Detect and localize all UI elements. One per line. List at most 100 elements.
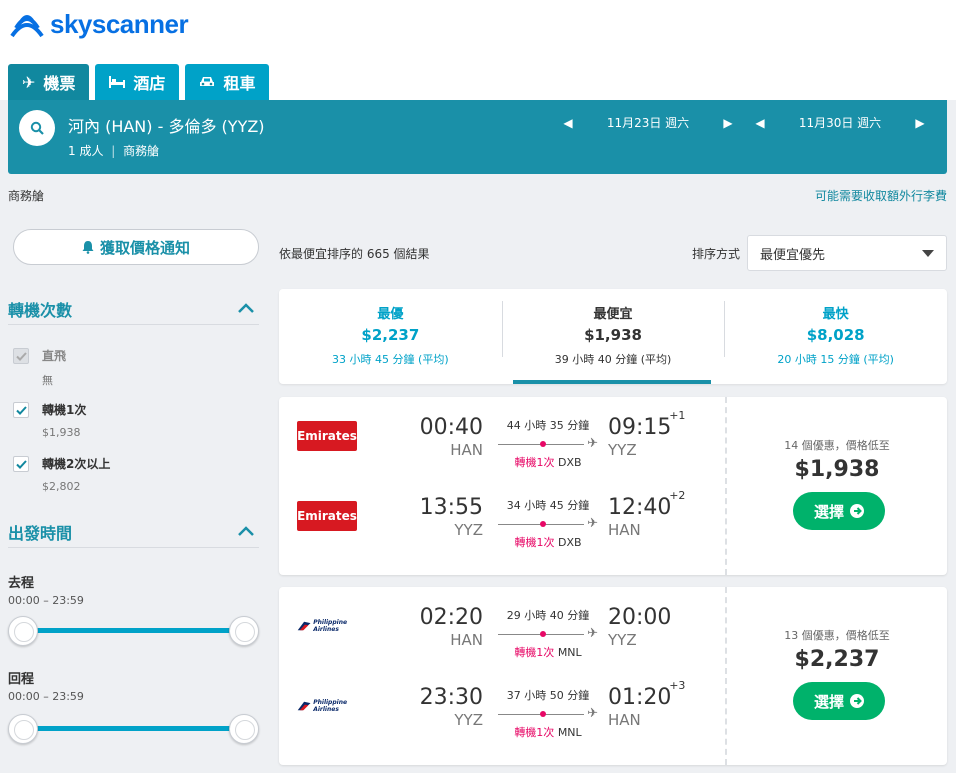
stop-count: 轉機1次 (514, 536, 555, 549)
stops-info: 轉機1次 DXB (498, 534, 598, 550)
arrival-time: 09:15 (608, 415, 672, 440)
leg-info: 29 小時 40 分鐘 ✈ 轉機1次 MNL (498, 607, 598, 660)
return-time-label: 回程 (8, 672, 35, 687)
stops-filter-header[interactable]: 轉機次數 (8, 293, 259, 325)
philippine-airlines-logo: Philippine Airlines (297, 611, 357, 641)
departure-time: 02:20 (419, 605, 483, 630)
tab-hotels[interactable]: 酒店 (95, 64, 180, 100)
search-button[interactable] (19, 110, 55, 146)
outbound-date[interactable]: 11月23日 週六 (573, 114, 723, 131)
return-slider-start-handle[interactable] (8, 714, 38, 744)
select-label: 選擇 (813, 502, 844, 521)
summary-title: 最便宜 (593, 307, 633, 322)
stop-price: $1,938 (42, 426, 81, 439)
tab-label: 酒店 (133, 74, 166, 93)
plane-icon: ✈ (587, 626, 598, 641)
results-count: 依最便宜排序的 665 個結果 (279, 247, 430, 261)
checkbox-direct (13, 348, 29, 364)
departure: 00:40 HAN (399, 415, 483, 459)
skyscanner-logo[interactable]: skyscanner (8, 8, 189, 40)
departure-time: 23:30 (419, 685, 483, 710)
day-offset: +2 (669, 489, 686, 502)
sort-summary-tabs: 最優 $2,237 33 小時 45 分鐘 (平均) 最便宜 $1,938 39… (279, 289, 947, 384)
sub-bar: 商務艙 可能需要收取額外行李費 (8, 187, 947, 204)
select-button[interactable]: 選擇 (793, 682, 885, 720)
arrival-airport: YYZ (608, 441, 637, 459)
summary-price: $8,028 (806, 326, 865, 344)
passenger-cabin[interactable]: 1 成人 | 商務艙 (68, 142, 159, 159)
cabin-note: 商務艙 (8, 189, 45, 203)
car-icon (200, 77, 215, 86)
arrival: 01:20 +3 HAN (608, 679, 708, 729)
plane-icon: ✈ (587, 706, 598, 721)
airline-logo: Philippine Airlines (297, 691, 357, 721)
return-slider-end-handle[interactable] (229, 714, 259, 744)
price: $2,237 (794, 647, 880, 672)
active-tab-indicator (513, 380, 711, 384)
stop-option-direct: 直飛 無 (13, 347, 66, 388)
checkmark-icon (15, 351, 27, 361)
sort-dropdown[interactable]: 最便宜優先 (747, 235, 947, 271)
arrival-time: 12:40 (608, 495, 672, 520)
airline-name: Philippine Airlines (313, 699, 348, 713)
outbound-slider-end-handle[interactable] (229, 616, 259, 646)
day-offset: +1 (669, 409, 686, 422)
result-card[interactable]: Philippine Airlines 02:20 HAN 29 小時 40 分… (279, 587, 947, 765)
sort-value: 最便宜優先 (760, 247, 826, 263)
chevron-up-icon[interactable] (237, 526, 255, 537)
outbound-leg: Emirates 00:40 HAN 44 小時 35 分鐘 ✈ 轉機1次 DX… (279, 397, 725, 477)
stop-airport: MNL (557, 646, 582, 659)
return-date[interactable]: 11月30日 週六 (765, 114, 915, 131)
price-alert-button[interactable]: 獲取價格通知 (13, 229, 259, 265)
departure-airport: YYZ (454, 711, 483, 729)
skyscanner-logo-icon (10, 15, 44, 38)
return-date-picker: ◀ 11月30日 週六 ▶ (755, 114, 925, 131)
sort-label: 排序方式 (692, 247, 741, 261)
result-card[interactable]: Emirates 00:40 HAN 44 小時 35 分鐘 ✈ 轉機1次 DX… (279, 397, 947, 575)
caret-down-icon (922, 249, 934, 257)
route-line: ✈ (498, 706, 598, 721)
prev-date-icon[interactable]: ◀ (563, 116, 573, 130)
airline-tail-icon (297, 701, 311, 711)
next-date-icon[interactable]: ▶ (915, 116, 925, 130)
stops-info: 轉機1次 MNL (498, 644, 598, 660)
times-filter-header[interactable]: 出發時間 (8, 516, 259, 548)
stop-price: 無 (42, 374, 53, 387)
flight-duration: 29 小時 40 分鐘 (506, 609, 590, 622)
chevron-up-icon[interactable] (237, 303, 255, 314)
next-date-icon[interactable]: ▶ (723, 116, 733, 130)
tab-fastest[interactable]: 最快 $8,028 20 小時 15 分鐘 (平均) (724, 289, 947, 384)
return-time-range: 00:00 – 23:59 (8, 690, 84, 703)
departure-airport: HAN (450, 441, 483, 459)
stop-option-2-plus[interactable]: 轉機2次以上 $2,802 (13, 455, 110, 493)
checkbox-1-stop[interactable] (13, 402, 29, 418)
select-label: 選擇 (813, 692, 844, 711)
outbound-slider-start-handle[interactable] (8, 616, 38, 646)
arrival: 09:15 +1 YYZ (608, 409, 708, 459)
stop-option-1[interactable]: 轉機1次 $1,938 (13, 401, 86, 439)
tab-cheapest[interactable]: 最便宜 $1,938 39 小時 40 分鐘 (平均) (501, 289, 725, 384)
flight-duration: 44 小時 35 分鐘 (506, 419, 590, 432)
outbound-time-slider[interactable] (22, 628, 244, 633)
checkbox-2-plus-stops[interactable] (13, 456, 29, 472)
philippine-airlines-logo: Philippine Airlines (297, 691, 357, 721)
prev-date-icon[interactable]: ◀ (755, 116, 765, 130)
route-text[interactable]: 河內 (HAN) - 多倫多 (YYZ) (68, 113, 265, 137)
stop-airport: DXB (557, 456, 582, 469)
tab-car-hire[interactable]: 租車 (185, 64, 270, 100)
stop-count: 轉機1次 (514, 726, 555, 739)
summary-duration: 20 小時 15 分鐘 (平均) (777, 353, 894, 366)
select-button[interactable]: 選擇 (793, 492, 885, 530)
baggage-fee-link[interactable]: 可能需要收取額外行李費 (815, 187, 947, 204)
tab-label: 機票 (43, 74, 76, 93)
separator: | (111, 144, 116, 158)
tab-best[interactable]: 最優 $2,237 33 小時 45 分鐘 (平均) (279, 289, 502, 384)
stop-count: 轉機1次 (514, 456, 555, 469)
stops-filter-title: 轉機次數 (8, 300, 73, 320)
search-summary-bar: 河內 (HAN) - 多倫多 (YYZ) 1 成人 | 商務艙 ◀ 11月23日… (8, 100, 947, 174)
tab-flights[interactable]: ✈ 機票 (8, 64, 90, 100)
arrival-airport: HAN (608, 521, 641, 539)
stop-dot (540, 521, 546, 527)
arrival-airport: HAN (608, 711, 641, 729)
return-time-slider[interactable] (22, 726, 244, 731)
